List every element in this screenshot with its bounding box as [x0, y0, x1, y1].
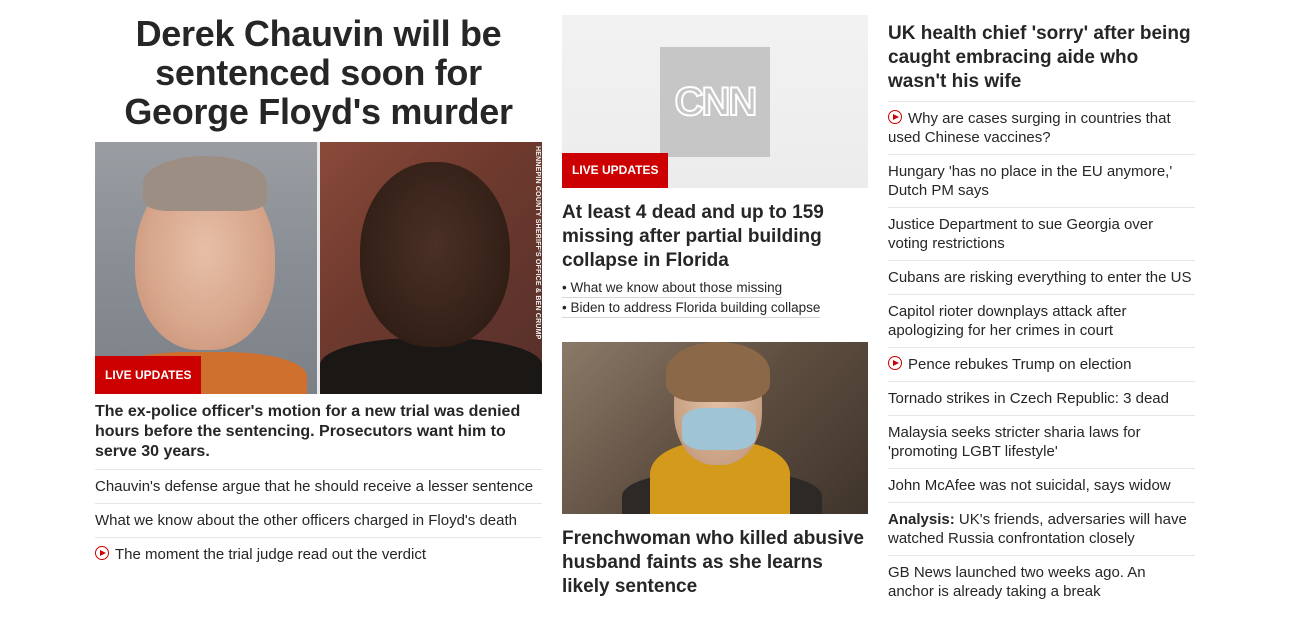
headline-link-text: Cubans are risking everything to enter t…	[888, 269, 1192, 286]
headline-link[interactable]: Justice Department to sue Georgia over v…	[888, 208, 1195, 261]
related-link[interactable]: What we know about the other officers ch…	[95, 504, 542, 538]
headline-link[interactable]: GB News launched two weeks ago. An ancho…	[888, 556, 1195, 608]
cnn-logo: CNN	[660, 47, 770, 157]
play-circle-icon	[95, 546, 109, 560]
florida-bullets: • What we know about those missing • Bid…	[562, 279, 868, 318]
headline-link-text: Hungary 'has no place in the EU anymore,…	[888, 163, 1173, 199]
uk-health-chief-headline[interactable]: UK health chief 'sorry' after being caug…	[888, 22, 1195, 102]
headline-link-text: John McAfee was not suicidal, says widow	[888, 477, 1171, 494]
headlines-column: UK health chief 'sorry' after being caug…	[888, 0, 1195, 608]
live-updates-badge[interactable]: LIVE UPDATES	[95, 356, 202, 394]
portrait-photo	[320, 142, 542, 394]
frenchwoman-story-headline[interactable]: Frenchwoman who killed abusive husband f…	[562, 527, 868, 599]
play-circle-icon	[888, 356, 902, 370]
related-link[interactable]: The moment the trial judge read out the …	[95, 538, 542, 571]
headline-link[interactable]: Analysis: UK's friends, adversaries will…	[888, 503, 1195, 556]
headline-link[interactable]: John McAfee was not suicidal, says widow	[888, 469, 1195, 503]
lead-summary[interactable]: The ex-police officer's motion for a new…	[95, 402, 542, 470]
photo-credit: HENNEPIN COUNTY SHERIFF'S OFFICE & BEN C…	[534, 146, 541, 340]
lead-story-column: Derek Chauvin will be sentenced soon for…	[95, 0, 542, 571]
headline-link[interactable]: Why are cases surging in countries that …	[888, 102, 1195, 155]
headline-link-text: Tornado strikes in Czech Republic: 3 dea…	[888, 390, 1169, 407]
headline-link-text: GB News launched two weeks ago. An ancho…	[888, 564, 1146, 600]
live-updates-badge[interactable]: LIVE UPDATES	[562, 153, 669, 188]
headline-list: Why are cases surging in countries that …	[888, 102, 1195, 608]
middle-column: CNN LIVE UPDATES At least 4 dead and up …	[562, 0, 868, 599]
headline-link-text: Malaysia seeks stricter sharia laws for …	[888, 424, 1141, 460]
frenchwoman-story-image[interactable]	[562, 342, 868, 514]
related-link-text: What we know about the other officers ch…	[95, 512, 517, 529]
headline-link-text: Why are cases surging in countries that …	[888, 110, 1171, 146]
analysis-label: Analysis:	[888, 511, 955, 528]
headline-link[interactable]: Cubans are risking everything to enter t…	[888, 261, 1195, 295]
florida-story-headline[interactable]: At least 4 dead and up to 159 missing af…	[562, 201, 868, 273]
lead-headline[interactable]: Derek Chauvin will be sentenced soon for…	[95, 14, 542, 131]
bullet-link[interactable]: • What we know about those missing	[562, 279, 783, 298]
bullet-link[interactable]: • Biden to address Florida building coll…	[562, 299, 821, 318]
related-link-text: Chauvin's defense argue that he should r…	[95, 478, 534, 495]
headline-link[interactable]: Hungary 'has no place in the EU anymore,…	[888, 155, 1195, 208]
lead-story-image[interactable]: HENNEPIN COUNTY SHERIFF'S OFFICE & BEN C…	[95, 142, 542, 394]
headline-link[interactable]: Capitol rioter downplays attack after ap…	[888, 295, 1195, 348]
headline-link-text: Pence rebukes Trump on election	[908, 356, 1132, 373]
headline-link[interactable]: Tornado strikes in Czech Republic: 3 dea…	[888, 382, 1195, 416]
play-circle-icon	[888, 110, 902, 124]
florida-story-image[interactable]: CNN LIVE UPDATES	[562, 15, 868, 188]
related-link[interactable]: Chauvin's defense argue that he should r…	[95, 470, 542, 504]
related-link-text: The moment the trial judge read out the …	[115, 546, 427, 563]
headline-link[interactable]: Pence rebukes Trump on election	[888, 348, 1195, 382]
headline-link-text: Justice Department to sue Georgia over v…	[888, 216, 1154, 252]
headline-link[interactable]: Malaysia seeks stricter sharia laws for …	[888, 416, 1195, 469]
related-links-list: Chauvin's defense argue that he should r…	[95, 470, 542, 571]
headline-link-text: Capitol rioter downplays attack after ap…	[888, 303, 1127, 339]
